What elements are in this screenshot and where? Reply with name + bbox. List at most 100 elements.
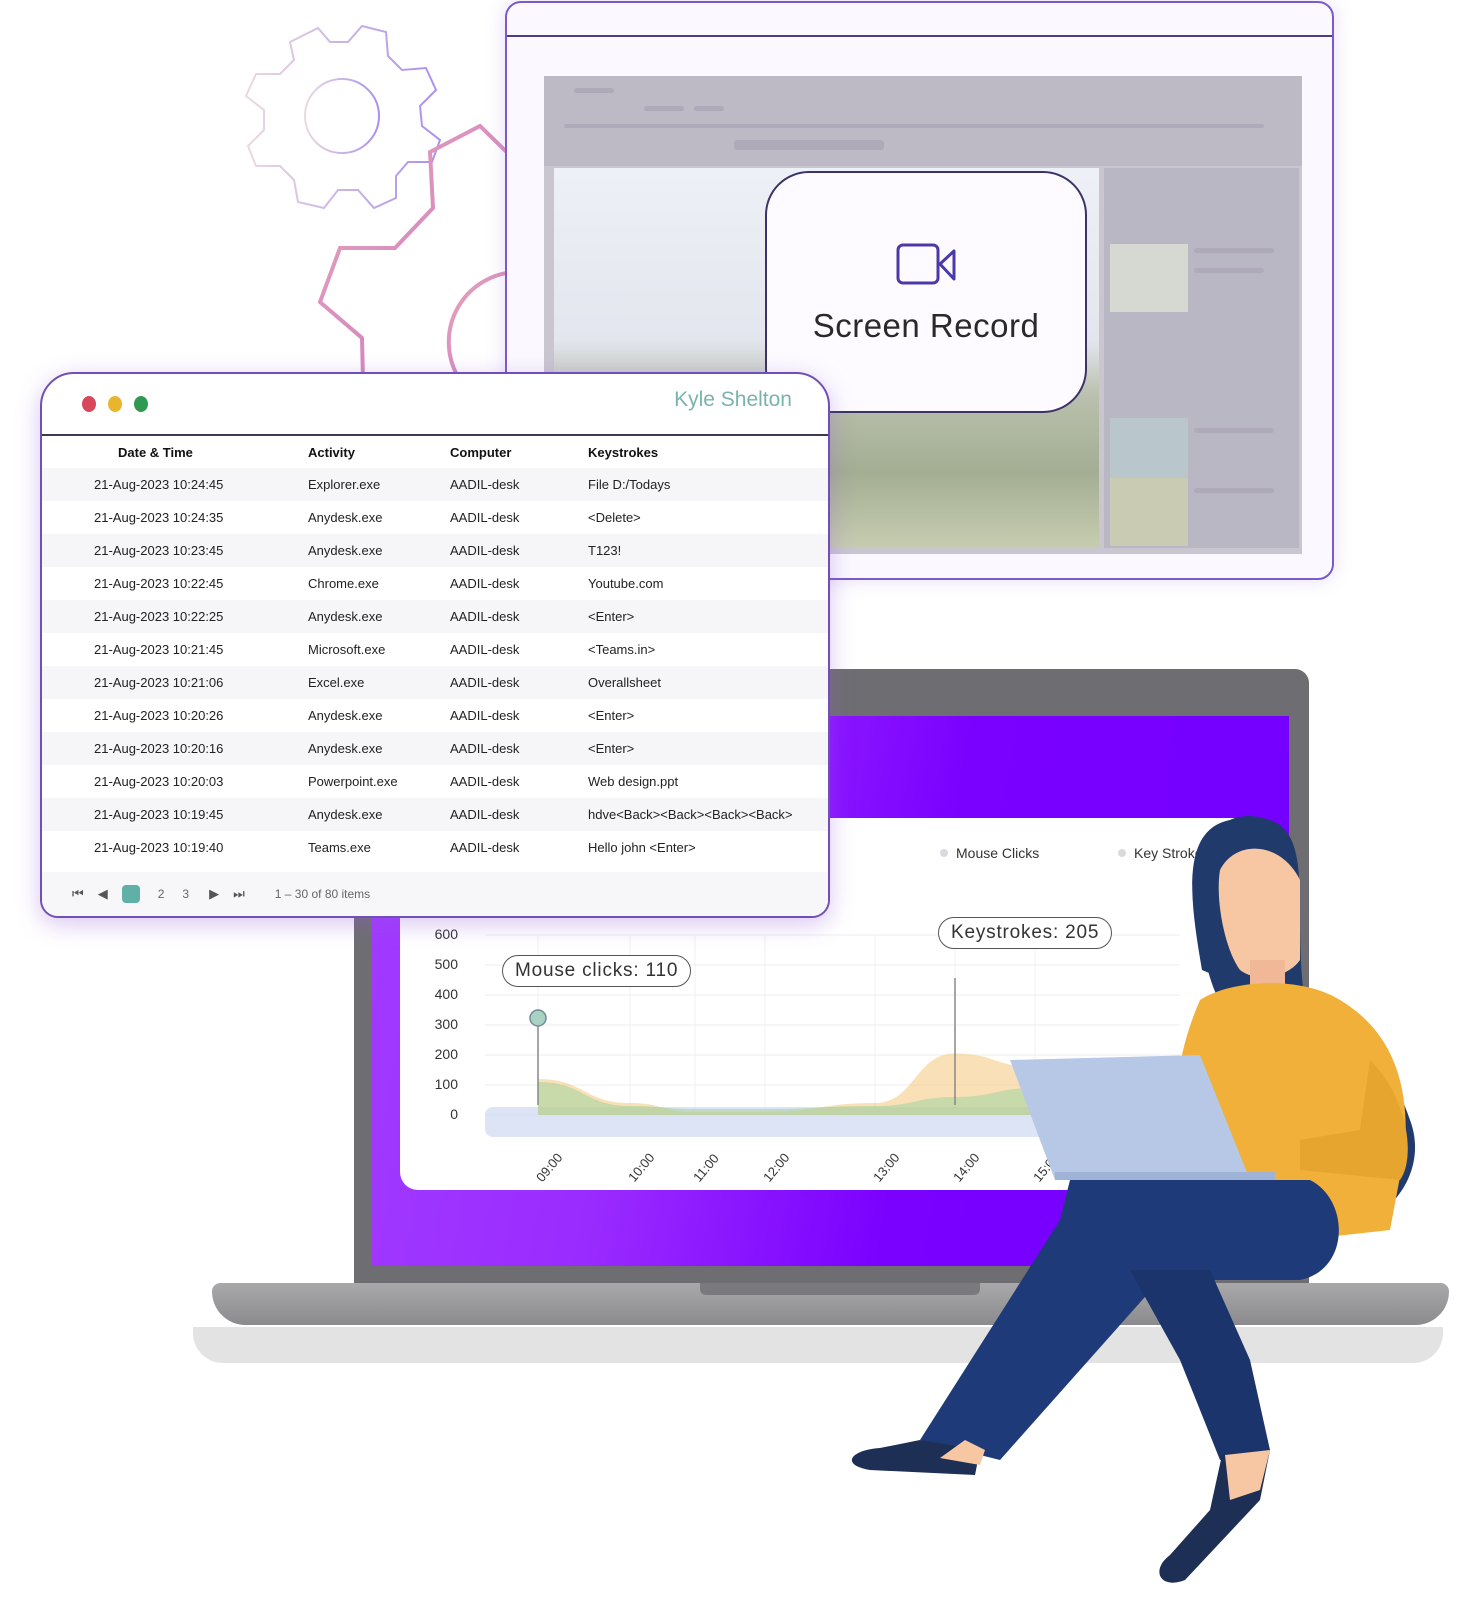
- y-tick-label: 300: [434, 1016, 458, 1032]
- cell-computer: AADIL-desk: [450, 576, 520, 591]
- column-header-activity[interactable]: Activity: [308, 436, 450, 468]
- cell-activity: Anydesk.exe: [308, 510, 383, 525]
- y-tick-label: 400: [434, 986, 458, 1002]
- last-page-button[interactable]: ⏭: [233, 886, 245, 902]
- mouse-clicks-callout: Mouse clicks: 110: [502, 955, 692, 987]
- column-header-computer[interactable]: Computer: [450, 436, 588, 468]
- cell-activity: Anydesk.exe: [308, 732, 450, 765]
- page-2-button[interactable]: 2: [158, 887, 165, 901]
- cell-keystrokes: <Delete>: [588, 510, 641, 525]
- table-row[interactable]: 21-Aug-2023 10:20:26 Anydesk.exe AADIL-des…: [42, 699, 828, 732]
- screenshot-toolbar: [544, 76, 1302, 166]
- cell-activity: Anydesk.exe: [308, 708, 383, 723]
- large-gear-icon: [317, 123, 520, 380]
- cell-datetime: 21-Aug-2023 10:23:45: [42, 534, 308, 567]
- table-row[interactable]: 21-Aug-2023 10:19:40 Teams.exe AADIL-desk H…: [42, 831, 828, 864]
- close-window-button[interactable]: [82, 396, 96, 412]
- table-row[interactable]: 21-Aug-2023 10:19:45 Anydesk.exe AADIL-des…: [42, 798, 828, 831]
- cell-computer: AADIL-desk: [450, 600, 588, 633]
- cell-keystrokes: <Enter>: [588, 600, 828, 633]
- y-tick-label: 100: [434, 1076, 458, 1092]
- cell-datetime: 21-Aug-2023 10:24:45: [42, 468, 308, 501]
- cell-keystrokes: File D:/Todays: [588, 468, 828, 501]
- cell-computer: AADIL-desk: [450, 732, 588, 765]
- y-tick-label: 0: [450, 1106, 458, 1122]
- cell-computer: AADIL-desk: [450, 798, 588, 831]
- column-header-keystrokes[interactable]: Keystrokes: [588, 436, 828, 468]
- user-name: Kyle Shelton: [674, 388, 792, 411]
- cell-activity: Explorer.exe: [308, 468, 450, 501]
- pagination-info: 1 – 30 of 80 items: [274, 887, 371, 901]
- cell-keystrokes: Web design.ppt: [588, 774, 679, 789]
- annotation-point: [529, 1009, 547, 1027]
- cell-activity: Microsoft.exe: [308, 642, 386, 657]
- activity-log-window: Kyle Shelton Date & Time Activity Comput…: [40, 372, 830, 918]
- cell-computer: AADIL-desk: [450, 708, 520, 723]
- cell-computer: AADIL-desk: [450, 666, 588, 699]
- cell-activity: Anydesk.exe: [308, 534, 450, 567]
- cell-datetime: 21-Aug-2023 10:20:26: [94, 708, 224, 723]
- y-tick-label: 600: [434, 926, 458, 942]
- cell-keystrokes: <Teams.in>: [588, 642, 656, 657]
- cell-keystrokes: Hello john <Enter>: [588, 840, 696, 855]
- cell-datetime: 21-Aug-2023 10:19:45: [42, 798, 308, 831]
- woman-with-laptop-illustration: [851, 816, 1416, 1583]
- screen-record-label: Screen Record: [812, 307, 1040, 344]
- table-row[interactable]: 21-Aug-2023 10:22:45 Chrome.exe AADIL-desk…: [42, 567, 828, 600]
- table-header-row: Date & Time Activity Computer Keystrokes: [42, 436, 828, 468]
- cell-activity: Excel.exe: [308, 666, 450, 699]
- cell-datetime: 21-Aug-2023 10:22:45: [94, 576, 224, 591]
- cell-activity: Anydesk.exe: [308, 798, 450, 831]
- table-row[interactable]: 21-Aug-2023 10:22:25 Anydesk.exe AADIL-des…: [42, 600, 828, 633]
- cell-datetime: 21-Aug-2023 10:20:16: [42, 732, 308, 765]
- cell-computer: AADIL-desk: [450, 510, 520, 525]
- gears-decoration: [244, 24, 520, 380]
- cell-datetime: 21-Aug-2023 10:24:35: [94, 510, 224, 525]
- cell-keystrokes: Overallsheet: [588, 666, 828, 699]
- cell-activity: Teams.exe: [308, 840, 371, 855]
- pagination-bar: ⏮ ◀ 2 3 ▶ ⏭ 1 – 30 of 80 items: [42, 872, 828, 916]
- column-header-datetime[interactable]: Date & Time: [42, 436, 308, 468]
- cell-datetime: 21-Aug-2023 10:19:40: [94, 840, 224, 855]
- first-page-button[interactable]: ⏮: [72, 886, 84, 902]
- cell-datetime: 21-Aug-2023 10:20:03: [94, 774, 224, 789]
- cell-computer: AADIL-desk: [450, 840, 520, 855]
- activity-log-table: Date & Time Activity Computer Keystrokes…: [42, 436, 828, 864]
- cell-activity: Anydesk.exe: [308, 600, 450, 633]
- cell-activity: Chrome.exe: [308, 576, 379, 591]
- table-row[interactable]: 21-Aug-2023 10:23:45 Anydesk.exe AADIL-des…: [42, 534, 828, 567]
- table-row[interactable]: 21-Aug-2023 10:21:45 Microsoft.exe AADIL-d…: [42, 633, 828, 666]
- window-titlebar: Kyle Shelton: [42, 374, 828, 434]
- table-row[interactable]: 21-Aug-2023 10:20:16 Anydesk.exe AADIL-des…: [42, 732, 828, 765]
- cell-computer: AADIL-desk: [450, 642, 520, 657]
- page-3-button[interactable]: 3: [182, 887, 189, 901]
- cell-computer: AADIL-desk: [450, 468, 588, 501]
- pants: [920, 1180, 1339, 1460]
- cell-datetime: 21-Aug-2023 10:21:06: [42, 666, 308, 699]
- table-row[interactable]: 21-Aug-2023 10:24:45 Explorer.exe AADIL-de…: [42, 468, 828, 501]
- cell-keystrokes: <Enter>: [588, 732, 828, 765]
- next-page-button[interactable]: ▶: [209, 886, 219, 902]
- screenshot-sidebar: [1104, 168, 1299, 548]
- y-tick-label: 200: [434, 1046, 458, 1062]
- table-row[interactable]: 21-Aug-2023 10:21:06 Excel.exe AADIL-desk O…: [42, 666, 828, 699]
- cell-keystrokes: hdve<Back><Back><Back><Back>: [588, 798, 828, 831]
- cell-keystrokes: T123!: [588, 534, 828, 567]
- cell-datetime: 21-Aug-2023 10:22:25: [42, 600, 308, 633]
- minimize-window-button[interactable]: [108, 396, 122, 412]
- y-tick-label: 500: [434, 956, 458, 972]
- table-row[interactable]: 21-Aug-2023 10:24:35 Anydesk.exe AADIL-des…: [42, 501, 828, 534]
- small-gear-icon: [244, 24, 442, 210]
- cell-computer: AADIL-desk: [450, 774, 520, 789]
- cell-computer: AADIL-desk: [450, 534, 588, 567]
- previous-page-button[interactable]: ◀: [98, 886, 108, 902]
- window-title-divider: [507, 35, 1332, 37]
- cell-datetime: 21-Aug-2023 10:21:45: [94, 642, 224, 657]
- cell-keystrokes: <Enter>: [588, 708, 635, 723]
- video-camera-icon: [896, 243, 956, 285]
- cell-activity: Powerpoint.exe: [308, 774, 398, 789]
- cell-keystrokes: Youtube.com: [588, 576, 664, 591]
- table-row[interactable]: 21-Aug-2023 10:20:03 Powerpoint.exe AADIL-…: [42, 765, 828, 798]
- maximize-window-button[interactable]: [134, 396, 148, 412]
- page-1-button-current[interactable]: [121, 885, 140, 903]
